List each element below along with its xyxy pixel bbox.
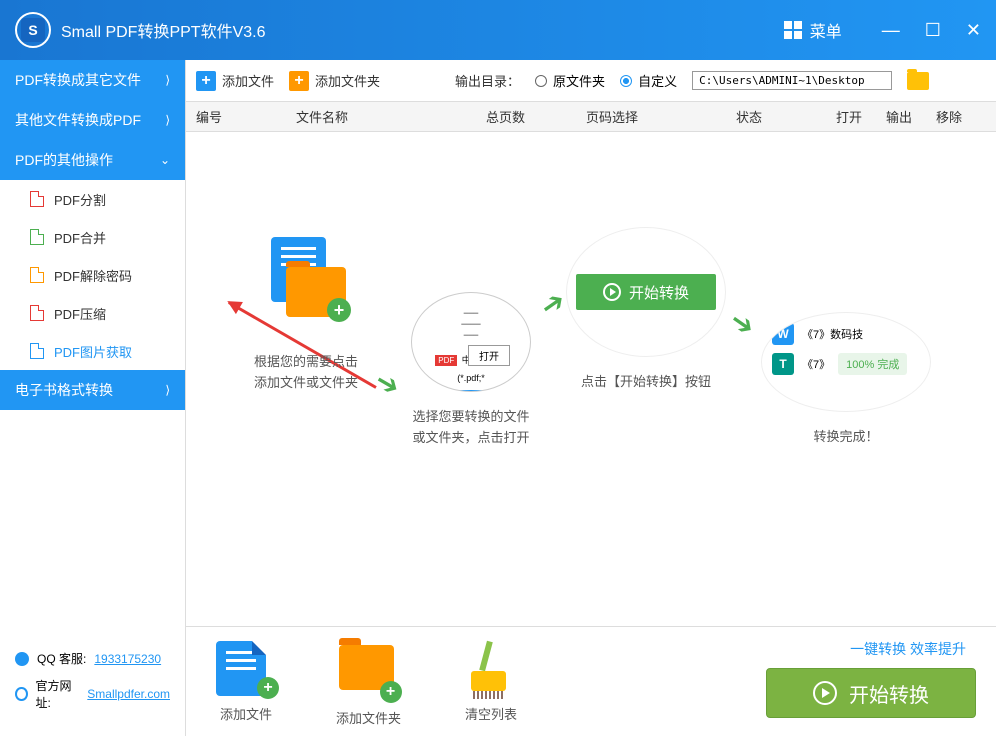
- output-path-input[interactable]: [692, 71, 892, 90]
- browser-icon: [15, 687, 28, 701]
- sidebar-group-pdf-ops[interactable]: PDF的其他操作 ⌄: [0, 140, 185, 180]
- sidebar-group-pdf-to-other[interactable]: PDF转换成其它文件 ⟩: [0, 60, 185, 100]
- tagline: 一键转换 效率提升: [850, 639, 966, 659]
- titlebar: S Small PDF转换PPT软件V3.6 菜单 — ☐ ✕: [0, 0, 996, 60]
- tutorial-step-3: 开始转换 点击【开始转换】按钮: [566, 227, 726, 393]
- col-output: 输出: [886, 107, 936, 126]
- file-icon: [30, 305, 44, 321]
- menu-grid-icon: [784, 21, 802, 39]
- file-dialog-mock: ━━━━━━━━━━ PDF 中外著名疑(*.pdf;* 打开: [411, 292, 531, 392]
- browse-folder-icon[interactable]: [907, 72, 929, 90]
- col-filename: 文件名称: [296, 107, 486, 126]
- bottom-bar: + 添加文件 + 添加文件夹 清空列表 一: [186, 626, 996, 736]
- tutorial-step-4: W 《7》数码技 T 《7》 100% 完成 转换完成！: [761, 312, 931, 448]
- col-open: 打开: [836, 107, 886, 126]
- col-range: 页码选择: [586, 107, 736, 126]
- workspace: + 根据您的需要点击 添加文件或文件夹 ➔ ━━━━━━━━━━ PDF 中外著…: [186, 132, 996, 626]
- table-header: 编号 文件名称 总页数 页码选择 状态 打开 输出 移除: [186, 102, 996, 132]
- chevron-down-icon: ⌄: [160, 153, 170, 167]
- minimize-button[interactable]: —: [882, 20, 900, 41]
- arrow-icon: ➔: [369, 363, 406, 403]
- close-button[interactable]: ✕: [966, 20, 981, 41]
- col-status: 状态: [736, 107, 836, 126]
- play-icon: [603, 283, 621, 301]
- file-icon: [30, 229, 44, 245]
- plus-icon: +: [257, 677, 279, 699]
- file-icon: [30, 191, 44, 207]
- col-pages: 总页数: [486, 107, 586, 126]
- play-icon: [813, 681, 837, 705]
- sidebar-group-ebook[interactable]: 电子书格式转换 ⟩: [0, 370, 185, 410]
- start-convert-button[interactable]: 开始转换: [766, 668, 976, 718]
- broom-icon: [461, 641, 511, 696]
- radio-icon: [620, 75, 632, 87]
- chevron-right-icon: ⟩: [165, 113, 170, 127]
- sidebar-item-pdf-compress[interactable]: PDF压缩: [0, 294, 185, 332]
- app-title: Small PDF转换PPT软件V3.6: [61, 18, 784, 42]
- bottom-add-file[interactable]: + 添加文件: [216, 641, 276, 723]
- sidebar: PDF转换成其它文件 ⟩ 其他文件转换成PDF ⟩ PDF的其他操作 ⌄ PDF…: [0, 60, 186, 736]
- qq-icon: [15, 652, 29, 666]
- qq-link[interactable]: 1933175230: [94, 652, 161, 666]
- col-remove: 移除: [936, 107, 986, 126]
- radio-custom-folder[interactable]: 自定义: [620, 71, 677, 90]
- sidebar-item-pdf-split[interactable]: PDF分割: [0, 180, 185, 218]
- sidebar-footer: QQ 客服: 1933175230 官方网址: Smallpdfer.com: [0, 635, 185, 736]
- tutorial-step-1: + 根据您的需要点击 添加文件或文件夹: [246, 227, 366, 394]
- file-icon: [30, 267, 44, 283]
- add-folder-button[interactable]: + 添加文件夹: [289, 71, 380, 91]
- maximize-button[interactable]: ☐: [925, 20, 941, 41]
- radio-original-folder[interactable]: 原文件夹: [535, 71, 605, 90]
- website-link[interactable]: Smallpdfer.com: [87, 687, 170, 701]
- radio-icon: [535, 75, 547, 87]
- convert-button-mock: 开始转换: [576, 274, 716, 310]
- toolbar: + 添加文件 + 添加文件夹 输出目录： 原文件夹 自定义: [186, 60, 996, 102]
- plus-icon: +: [380, 681, 402, 703]
- result-mock: W 《7》数码技 T 《7》 100% 完成: [761, 312, 931, 412]
- output-label: 输出目录：: [455, 71, 520, 90]
- tutorial-step-2: ━━━━━━━━━━ PDF 中外著名疑(*.pdf;* 打开 选择您要转换的文…: [411, 292, 531, 449]
- app-logo: S: [15, 12, 51, 48]
- bottom-clear-list[interactable]: 清空列表: [461, 641, 521, 723]
- plus-icon: +: [196, 71, 216, 91]
- word-icon: W: [772, 323, 794, 345]
- sidebar-item-pdf-merge[interactable]: PDF合并: [0, 218, 185, 256]
- text-icon: T: [772, 353, 794, 375]
- sidebar-item-pdf-unlock[interactable]: PDF解除密码: [0, 256, 185, 294]
- sidebar-item-pdf-image-extract[interactable]: PDF图片获取: [0, 332, 185, 370]
- chevron-right-icon: ⟩: [165, 383, 170, 397]
- file-icon: [30, 343, 44, 359]
- chevron-right-icon: ⟩: [165, 73, 170, 87]
- sidebar-group-other-to-pdf[interactable]: 其他文件转换成PDF ⟩: [0, 100, 185, 140]
- content-area: + 添加文件 + 添加文件夹 输出目录： 原文件夹 自定义 编号 文件名称 总页…: [186, 60, 996, 736]
- plus-icon: +: [289, 71, 309, 91]
- arrow-icon: ➔: [724, 303, 762, 343]
- add-file-button[interactable]: + 添加文件: [196, 71, 274, 91]
- bottom-add-folder[interactable]: + 添加文件夹: [336, 637, 401, 727]
- menu-button[interactable]: 菜单: [784, 18, 842, 42]
- col-number: 编号: [196, 107, 296, 126]
- plus-icon: +: [327, 298, 351, 322]
